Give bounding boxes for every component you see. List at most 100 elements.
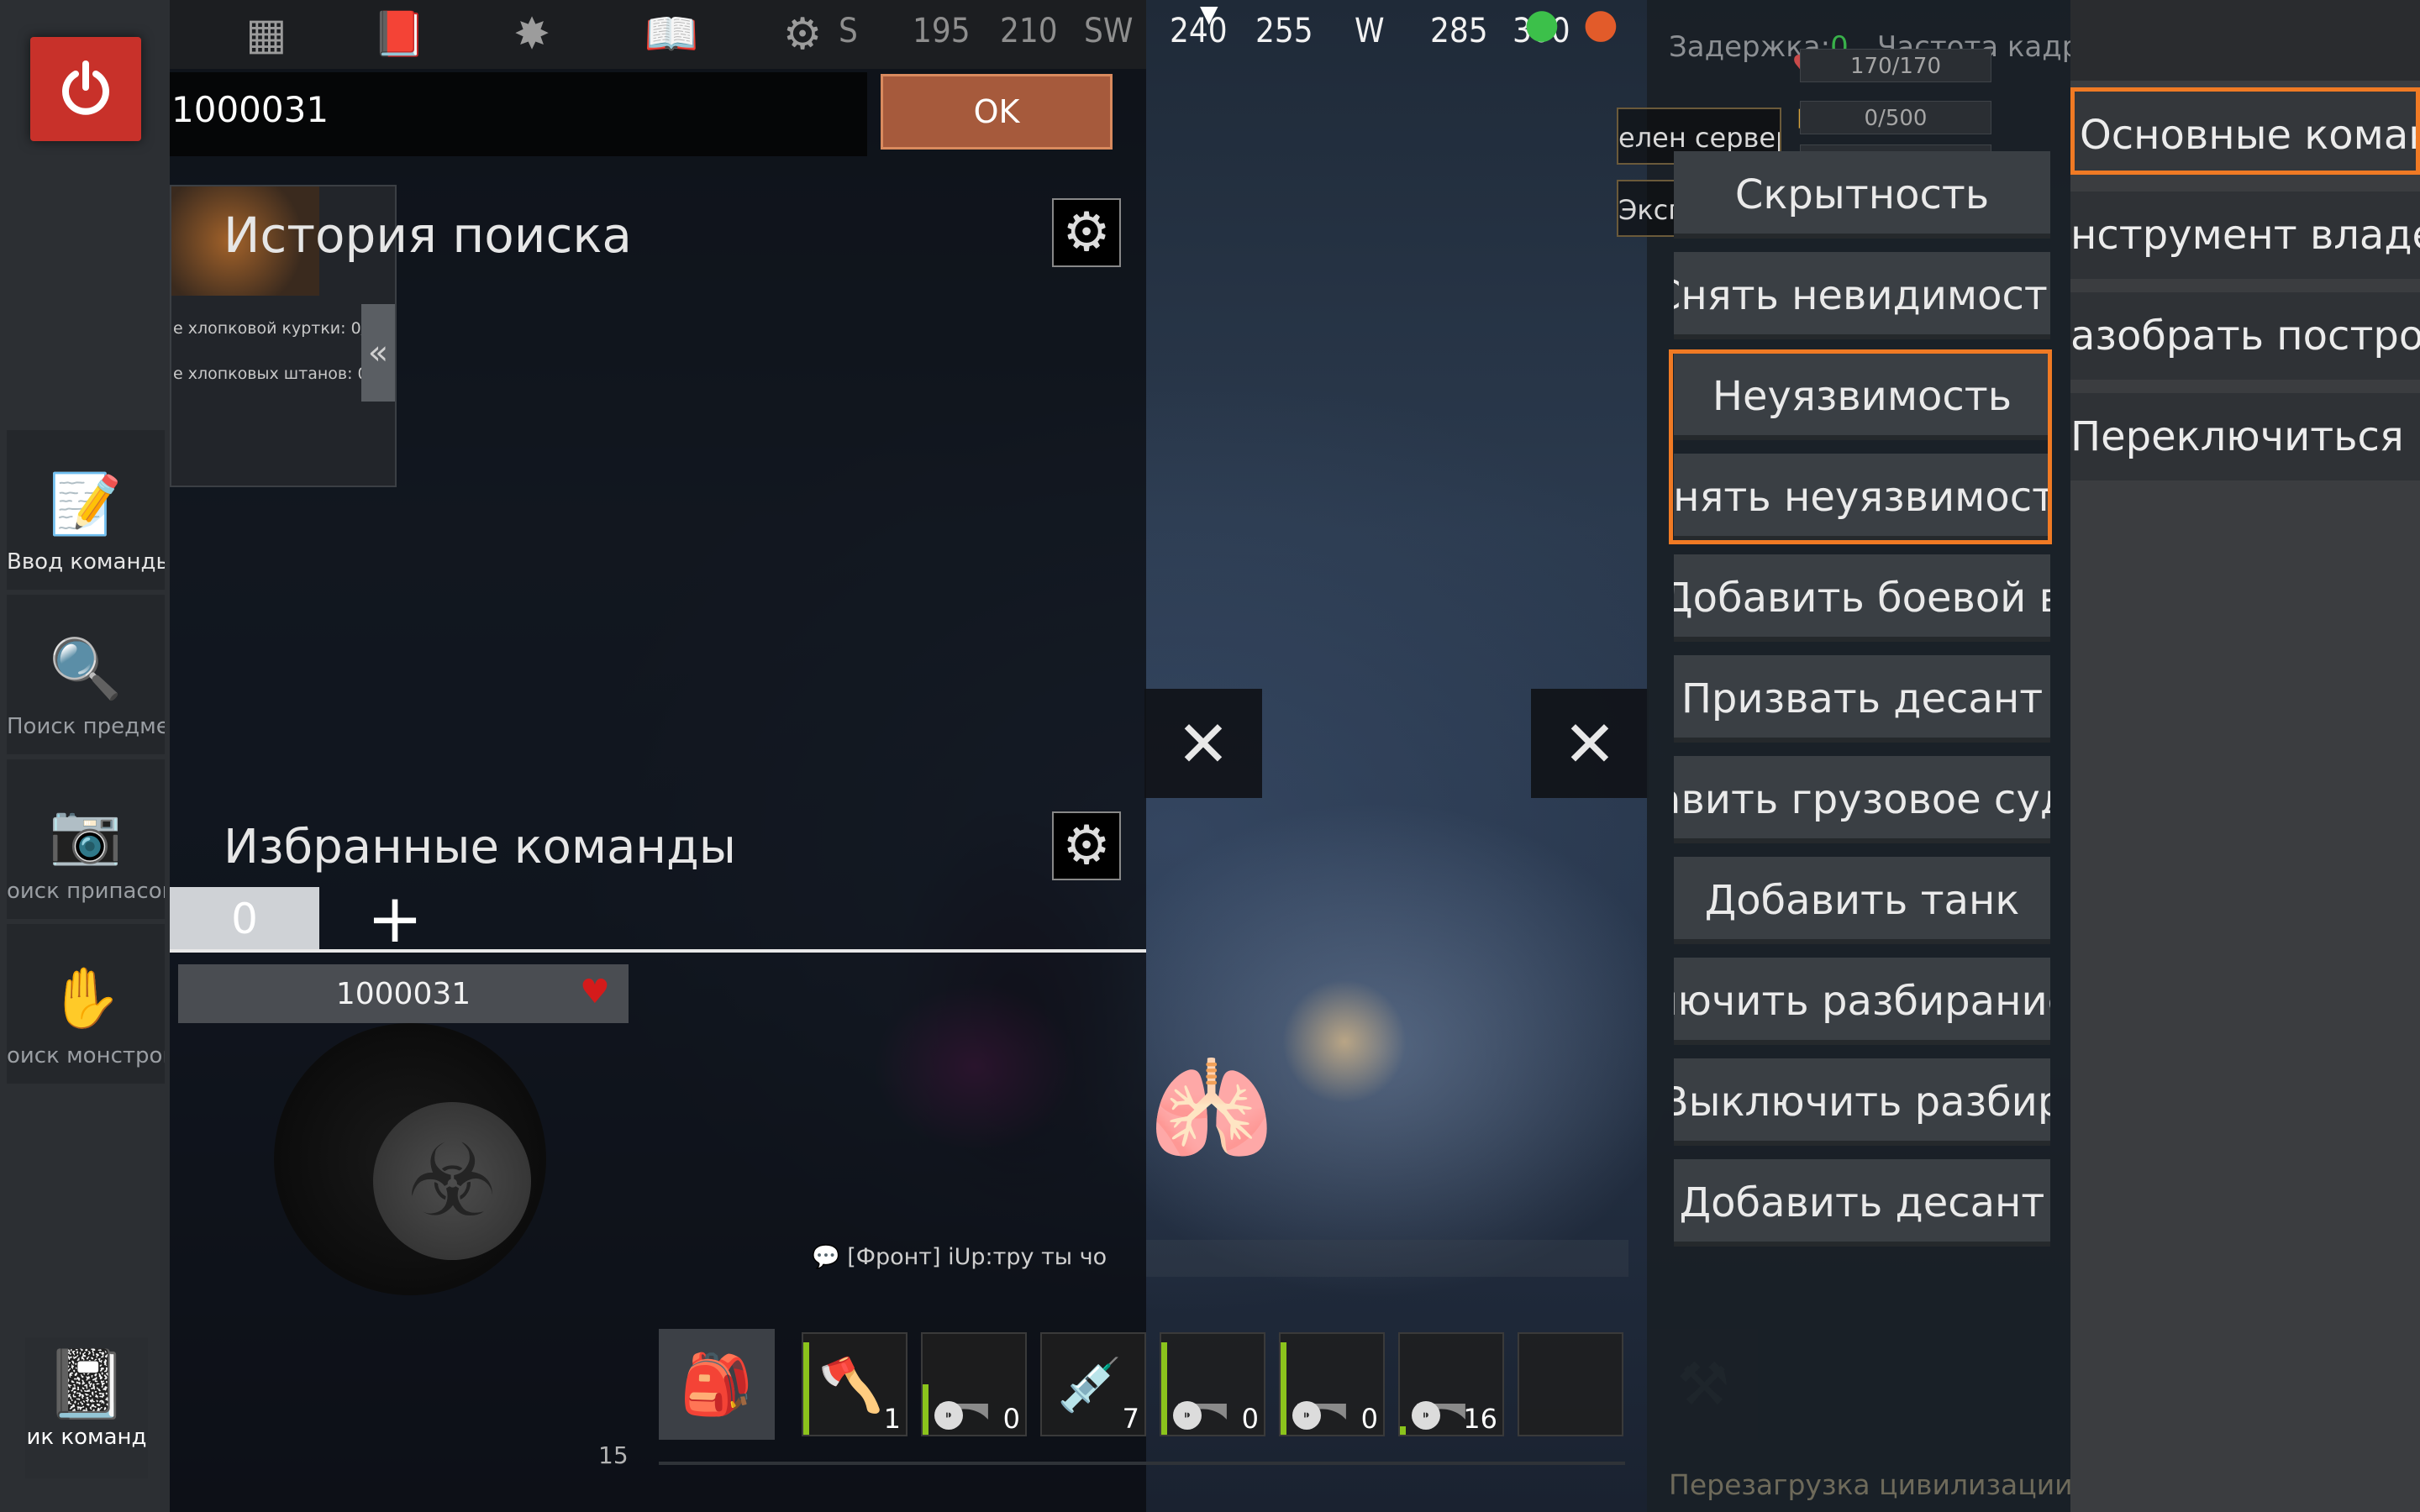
backpack-icon: 🎒 — [680, 1349, 754, 1419]
gear-icon: ⚙ — [1062, 815, 1111, 877]
compass-label: 255 — [1255, 12, 1313, 50]
player-level: 15 — [598, 1441, 629, 1469]
notebook-icon: 📓 — [45, 1345, 129, 1423]
burst-icon[interactable]: ✸ — [502, 7, 561, 62]
sidebar-item-label: Поиск предме — [7, 714, 165, 739]
command-list-button[interactable]: 📓 ик команд — [25, 1337, 148, 1478]
compass-label: SW — [1084, 12, 1134, 50]
slot-count: 0 — [1360, 1403, 1378, 1435]
syringe-icon: 💉 — [1057, 1354, 1123, 1415]
ammo-icon: ⁍ — [934, 1401, 963, 1430]
power-button[interactable] — [30, 37, 141, 141]
close-left-panel-button[interactable]: ✕ — [1144, 689, 1262, 798]
compass-label: W — [1355, 12, 1385, 50]
clipboard-edit-icon: 📝 — [49, 470, 123, 538]
command-disable-dismantle-button[interactable]: Выключить разбир — [1674, 1058, 2050, 1146]
axe-icon: 🪓 — [818, 1354, 884, 1415]
book-icon[interactable]: 📕 — [370, 7, 429, 62]
command-add-combat-button[interactable]: Добавить боевой в — [1674, 554, 2050, 642]
close-icon: ✕ — [1563, 706, 1617, 781]
sidebar-item-monster-search[interactable]: ✋ оиск монстров — [7, 924, 165, 1084]
sidebar-item-label: Ввод команды — [7, 549, 165, 575]
command-enable-dismantle-button[interactable]: лючить разбирание — [1674, 958, 2050, 1045]
ammo-icon: ⁍ — [1292, 1401, 1321, 1430]
close-icon: ✕ — [1176, 706, 1230, 781]
compass-label: 240 — [1170, 12, 1228, 50]
lungs-icon: 🫁 — [1149, 1052, 1275, 1168]
search-history-title: История поиска — [224, 207, 632, 264]
collapse-arrow-icon[interactable]: « — [361, 304, 395, 402]
slot-count: 7 — [1122, 1403, 1139, 1435]
tab-dismantle-buildings[interactable]: азобрать постройк — [2070, 292, 2420, 380]
tab-underline — [170, 949, 1146, 953]
sidebar-item-supply-search[interactable]: 📷 оиск припасов — [7, 759, 165, 919]
add-favorite-button[interactable]: + — [360, 885, 430, 953]
left-sidebar — [0, 0, 170, 1512]
health-bar: 170/170 — [1800, 49, 1991, 82]
slot-count: 16 — [1463, 1403, 1497, 1435]
map-pin-icon: ● — [1524, 0, 1560, 47]
slot-count: 1 — [883, 1403, 901, 1435]
compass-label: 285 — [1430, 12, 1488, 50]
command-input-value[interactable]: 1000031 — [171, 89, 329, 130]
favorites-title: Избранные команды — [224, 820, 736, 874]
command-remove-invisibility-button[interactable]: Снять невидимость — [1674, 252, 2050, 339]
favorite-command-item[interactable]: 1000031 — [178, 964, 629, 1023]
command-cargo-ship-button[interactable]: авить грузовое суд — [1674, 756, 2050, 843]
torch-light — [1277, 974, 1412, 1109]
history-settings-button[interactable]: ⚙ — [1052, 198, 1121, 267]
civilization-restart-text: Перезагрузка цивилизации — [1669, 1468, 2073, 1501]
tab-owner-tools[interactable]: нструмент владели — [2070, 192, 2420, 279]
tab-basic-commands[interactable]: Основные команд — [2070, 87, 2420, 175]
quest-line: е хлопковой куртки: 0/1 — [173, 319, 377, 338]
ok-button[interactable]: OK — [881, 74, 1113, 150]
chat-input-bar[interactable] — [1146, 1240, 1628, 1277]
radio-icon[interactable]: ⚙ — [773, 7, 832, 62]
hotbar-slot[interactable]: 🪓 1 — [802, 1332, 908, 1436]
close-right-panel-button[interactable]: ✕ — [1531, 689, 1649, 798]
map-pin-icon: ● — [1583, 0, 1618, 47]
favorites-tab[interactable]: 0 — [170, 887, 319, 951]
chat-bubble-icon: 💬 — [812, 1244, 840, 1270]
command-stealth-button[interactable]: Скрытность — [1674, 151, 2050, 239]
sidebar-item-label: оиск монстров — [7, 1043, 165, 1068]
xp-bar — [659, 1462, 1625, 1465]
slot-count: 0 — [1241, 1403, 1259, 1435]
crate-icon[interactable]: ▦ — [237, 7, 296, 62]
compass-marker-icon: ▼ — [1200, 0, 1218, 28]
hotbar-slot[interactable]: ︻ ⁍ 0 — [1279, 1332, 1385, 1436]
chat-message-text: [Фронт] iUp:тру ты чо — [847, 1244, 1107, 1270]
command-add-tank-button[interactable]: Добавить танк — [1674, 857, 2050, 944]
compass-label: 210 — [1000, 12, 1058, 50]
hotbar-slot[interactable]: 💉 7 — [1040, 1332, 1146, 1436]
ammo-icon: ⁍ — [1173, 1401, 1202, 1430]
command-add-paratroopers-button[interactable]: Добавить десант — [1674, 1159, 2050, 1247]
command-list-label: ик команд — [26, 1425, 147, 1450]
hotbar-slot[interactable]: ︻ ⁍ 16 — [1398, 1332, 1504, 1436]
slot-count: 0 — [1002, 1403, 1020, 1435]
backpack-button[interactable]: 🎒 — [659, 1329, 775, 1440]
heart-icon[interactable]: ♥ — [580, 973, 610, 1011]
monster-hand-icon: ✋ — [49, 963, 123, 1032]
compass-label: 195 — [913, 12, 971, 50]
hotbar-slot[interactable]: ︻ ⁍ 0 — [1160, 1332, 1265, 1436]
compass-label: S — [839, 12, 858, 50]
command-summon-paratroopers-button[interactable]: Призвать десант — [1674, 655, 2050, 743]
sidebar-item-command-input[interactable]: 📝 Ввод команды — [7, 430, 165, 590]
hotbar-slot[interactable]: ︻ ⁍ 0 — [921, 1332, 1027, 1436]
journal-icon[interactable]: 📖 — [642, 7, 701, 62]
category-panel-header — [2070, 0, 2420, 81]
favorites-settings-button[interactable]: ⚙ — [1052, 811, 1121, 880]
food-bar: 0/500 — [1800, 101, 1991, 134]
tab-switch-to[interactable]: Переключиться на — [2070, 393, 2420, 480]
search-document-icon: 🔍 — [49, 634, 123, 703]
power-icon — [62, 60, 109, 115]
hotbar-slot-empty[interactable] — [1518, 1332, 1623, 1436]
selection-highlight — [1669, 349, 2052, 544]
sidebar-item-label: оиск припасов — [7, 879, 165, 904]
biohazard-icon[interactable]: ☣ — [373, 1102, 531, 1260]
chat-message: 💬 [Фронт] iUp:тру ты чо — [812, 1243, 1107, 1270]
quest-line: е хлопковых штанов: 0/1 — [173, 365, 384, 383]
sidebar-item-item-search[interactable]: 🔍 Поиск предме — [7, 595, 165, 754]
camera-icon: 📷 — [49, 799, 123, 868]
